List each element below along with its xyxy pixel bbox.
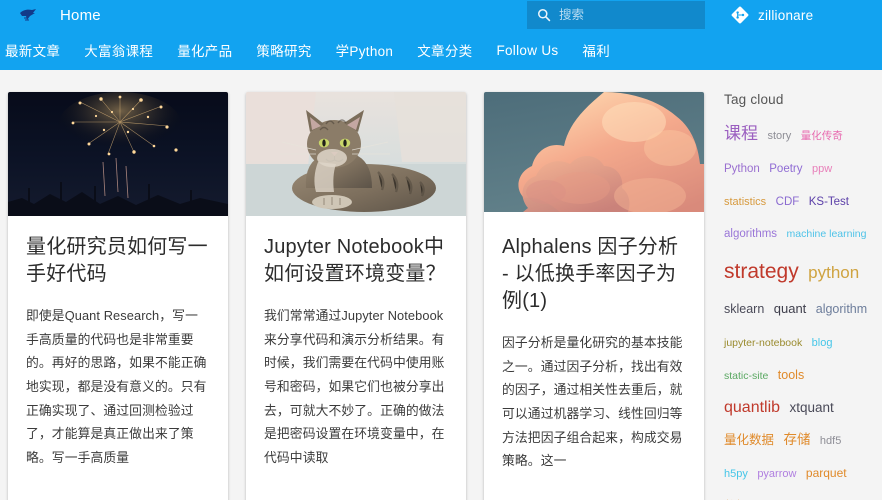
article-card-body: Jupyter Notebook中如何设置环境变量？ 我们常常通过Jupyter…	[246, 216, 466, 470]
nav-item-category[interactable]: 文章分类	[405, 40, 484, 60]
tag-link[interactable]: CDF	[776, 196, 800, 208]
article-title[interactable]: 量化研究员如何写一手好代码	[26, 234, 210, 288]
search-box[interactable]	[527, 1, 705, 29]
tag-link[interactable]: Poetry	[769, 163, 802, 175]
tag-link[interactable]: xtquant	[790, 400, 834, 415]
tag-link[interactable]: Python	[724, 163, 760, 175]
header-top-row: Home zillionare	[0, 0, 882, 30]
sidebar: Tag cloud 课程 story 量化传奇 Python Poetry pp…	[718, 92, 882, 500]
tag-link[interactable]: 量化传奇	[801, 130, 843, 142]
tag-link[interactable]: pyarrow	[757, 468, 796, 480]
nav-item-latest[interactable]: 最新文章	[2, 40, 72, 60]
tag-link[interactable]: machine learning	[787, 228, 867, 240]
tagcloud: 课程 story 量化传奇 Python Poetry ppw statisti…	[724, 117, 874, 500]
nav-item-python[interactable]: 学Python	[324, 40, 406, 60]
article-card[interactable]: Alphalens 因子分析 - 以低换手率因子为例(1) 因子分析是量化研究的…	[484, 92, 704, 500]
article-excerpt: 我们常常通过Jupyter Notebook来分享代码和演示分析结果。有时候，我…	[264, 308, 445, 466]
tag-link[interactable]: static-site	[724, 370, 768, 382]
tag-link[interactable]: algorithm	[816, 302, 867, 316]
main-content: 量化研究员如何写一手好代码 即使是Quant Research，写一手高质量的代…	[0, 70, 882, 500]
tag-link[interactable]: KS-Test	[809, 196, 849, 208]
tag-link[interactable]: python	[808, 263, 859, 282]
search-input[interactable]	[559, 8, 699, 22]
search-icon	[537, 8, 551, 22]
tag-link[interactable]: jupyter-notebook	[724, 337, 802, 349]
tag-link[interactable]: quantlib	[724, 399, 780, 416]
nav-item-products[interactable]: 量化产品	[165, 40, 244, 60]
tag-link[interactable]: h5py	[724, 468, 748, 480]
tag-link[interactable]: statistics	[724, 196, 766, 208]
tag-link[interactable]: tools	[778, 368, 804, 382]
tag-link[interactable]: 课程	[724, 124, 758, 143]
article-card[interactable]: Jupyter Notebook中如何设置环境变量？ 我们常常通过Jupyter…	[246, 92, 466, 500]
home-link[interactable]: Home	[60, 7, 101, 24]
article-card-body: 量化研究员如何写一手好代码 即使是Quant Research，写一手高质量的代…	[8, 216, 228, 470]
article-card-list: 量化研究员如何写一手好代码 即使是Quant Research，写一手高质量的代…	[0, 92, 718, 500]
article-title[interactable]: Jupyter Notebook中如何设置环境变量？	[264, 234, 448, 288]
nav-item-course[interactable]: 大富翁课程	[72, 40, 165, 60]
article-card[interactable]: 量化研究员如何写一手好代码 即使是Quant Research，写一手高质量的代…	[8, 92, 228, 500]
tabby-cat-on-couch-photo	[246, 92, 466, 216]
nav-item-follow[interactable]: Follow Us	[484, 43, 570, 58]
fireworks-night-photo	[8, 92, 228, 216]
diamond-git-icon	[730, 5, 750, 25]
tag-link[interactable]: hdf5	[820, 435, 841, 447]
tag-link[interactable]: sklearn	[724, 302, 764, 316]
tag-link[interactable]: strategy	[724, 260, 799, 283]
tag-link[interactable]: parquet	[806, 466, 847, 480]
account-name: zillionare	[758, 7, 814, 23]
tag-link[interactable]: quant	[774, 301, 807, 316]
nav-item-strategy[interactable]: 策略研究	[244, 40, 323, 60]
tag-link[interactable]: 量化数据	[724, 433, 774, 447]
tag-link[interactable]: ppw	[812, 163, 832, 175]
nav-item-welfare[interactable]: 福利	[570, 40, 622, 60]
tag-link[interactable]: blog	[812, 337, 833, 349]
main-navigation: 最新文章 大富翁课程 量化产品 策略研究 学Python 文章分类 Follow…	[0, 30, 882, 70]
tag-link[interactable]: story	[767, 130, 791, 142]
article-title[interactable]: Alphalens 因子分析 - 以低换手率因子为例(1)	[502, 234, 686, 315]
bird-logo-icon[interactable]	[18, 6, 38, 24]
article-excerpt: 即使是Quant Research，写一手高质量的代码也是非常重要的。再好的思路…	[26, 308, 207, 466]
article-excerpt: 因子分析是量化研究的基本技能之一。通过因子分析，找出有效的因子，通过相关性去重后…	[502, 335, 683, 469]
article-card-body: Alphalens 因子分析 - 以低换手率因子为例(1) 因子分析是量化研究的…	[484, 216, 704, 473]
site-header: Home zillionare	[0, 0, 882, 70]
tagcloud-title: Tag cloud	[724, 92, 784, 107]
account-menu[interactable]: zillionare	[730, 0, 813, 30]
tag-link[interactable]: algorithms	[724, 228, 777, 240]
sunset-cloud-photo	[484, 92, 704, 216]
tag-link[interactable]: 存储	[783, 432, 810, 447]
